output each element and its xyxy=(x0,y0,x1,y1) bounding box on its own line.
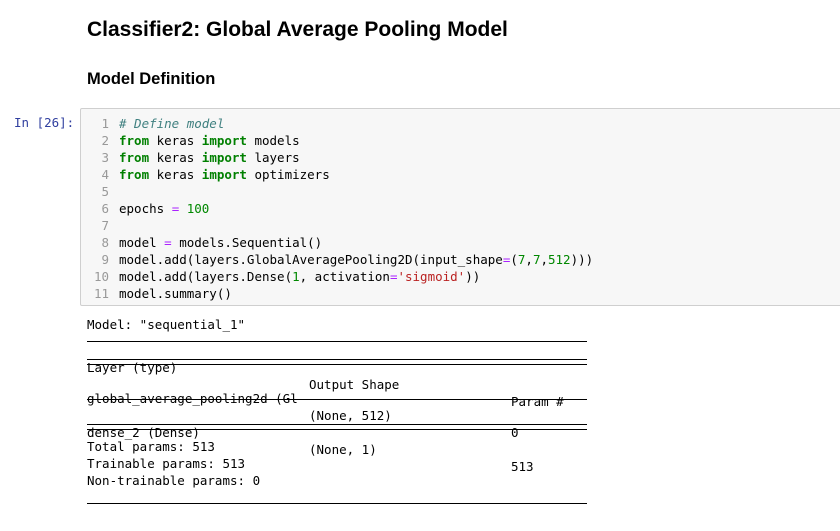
row-layer: global_average_pooling2d (Gl xyxy=(87,391,298,406)
code-token: model.summary() xyxy=(119,286,232,301)
code-token: model.add(layers.Dense( xyxy=(119,269,293,284)
line-number: 10 xyxy=(93,269,109,284)
model-name-line: Model: "sequential_1" xyxy=(87,317,246,332)
code-token: keras xyxy=(149,133,202,148)
line-number: 5 xyxy=(101,184,109,199)
code-line[interactable]: 11 model.summary() xyxy=(81,285,593,302)
line-number: 2 xyxy=(101,133,109,148)
code-token: from xyxy=(119,167,150,182)
code-token: , xyxy=(525,252,533,267)
code-line[interactable]: 4 from keras import optimizers xyxy=(81,166,593,183)
code-token: layers xyxy=(246,150,300,165)
code-line[interactable]: 9 model.add(layers.GlobalAveragePooling2D… xyxy=(81,251,593,268)
code-token: = xyxy=(164,235,172,250)
code-line[interactable]: 10 model.add(layers.Dense(1, activation='… xyxy=(81,268,593,285)
code-token: model.add(layers.GlobalAveragePooling2D(… xyxy=(119,252,503,267)
line-number: 4 xyxy=(101,167,109,182)
line-number: 9 xyxy=(101,252,109,267)
table-row: dense_2 (Dense) (None, 1) 513 xyxy=(87,407,587,474)
code-token: # Define model xyxy=(119,116,225,131)
row-layer: dense_2 (Dense) xyxy=(87,425,200,440)
code-token: import xyxy=(201,150,247,165)
cell-prompt: In [26]: xyxy=(14,115,75,130)
code-token: keras xyxy=(149,167,202,182)
line-number: 3 xyxy=(101,150,109,165)
code-token: ))) xyxy=(570,252,594,267)
code-token: from xyxy=(119,133,150,148)
code-token: models.Sequential() xyxy=(171,235,323,250)
code-line[interactable]: 2 from keras import models xyxy=(81,132,593,149)
row-params: 513 xyxy=(511,459,534,474)
line-number: 6 xyxy=(101,201,109,216)
row-shape: (None, 1) xyxy=(309,442,377,457)
code-token: keras xyxy=(149,150,202,165)
code-token: 1 xyxy=(292,269,300,284)
code-token: epochs xyxy=(119,201,172,216)
cell-output: Model: "sequential_1" Layer (type) Outpu… xyxy=(87,316,587,504)
code-line[interactable]: 1 # Define model xyxy=(81,115,593,132)
code-token: optimizers xyxy=(246,167,330,182)
code-token: import xyxy=(201,133,247,148)
code-token: import xyxy=(201,167,247,182)
table-rule-end xyxy=(87,503,587,504)
row-params: 0 xyxy=(511,425,519,440)
code-line[interactable]: 7 xyxy=(81,217,593,234)
line-number: 8 xyxy=(101,235,109,250)
table-row: global_average_pooling2d (Gl (None, 512)… xyxy=(87,373,587,440)
code-token: from xyxy=(119,150,150,165)
code-line[interactable]: 8 model = models.Sequential() xyxy=(81,234,593,251)
code-cell-editor[interactable]: 1 # Define model 2 from keras import models… xyxy=(80,108,840,306)
page-title: Classifier2: Global Average Pooling Mode… xyxy=(87,18,508,41)
code-token: 'sigmoid' xyxy=(397,269,466,284)
code-token: )) xyxy=(465,269,481,284)
line-number: 11 xyxy=(93,286,109,301)
code-token: , xyxy=(540,252,548,267)
code-line[interactable]: 3 from keras import layers xyxy=(81,149,593,166)
code-token: models xyxy=(246,133,300,148)
table-header-row: Layer (type) Output Shape Param # xyxy=(87,342,587,409)
code-line[interactable]: 5 xyxy=(81,183,593,200)
code-line[interactable]: 6 epochs = 100 xyxy=(81,200,593,217)
code-token: , activation xyxy=(299,269,390,284)
code-token: 100 xyxy=(186,201,210,216)
code-token: model xyxy=(119,235,165,250)
code-token: ( xyxy=(510,252,518,267)
line-number: 7 xyxy=(101,218,109,233)
code-token: 512 xyxy=(548,252,571,267)
section-heading: Model Definition xyxy=(87,70,216,88)
line-number: 1 xyxy=(101,116,109,131)
code-lines[interactable]: 1 # Define model 2 from keras import models… xyxy=(81,115,593,302)
